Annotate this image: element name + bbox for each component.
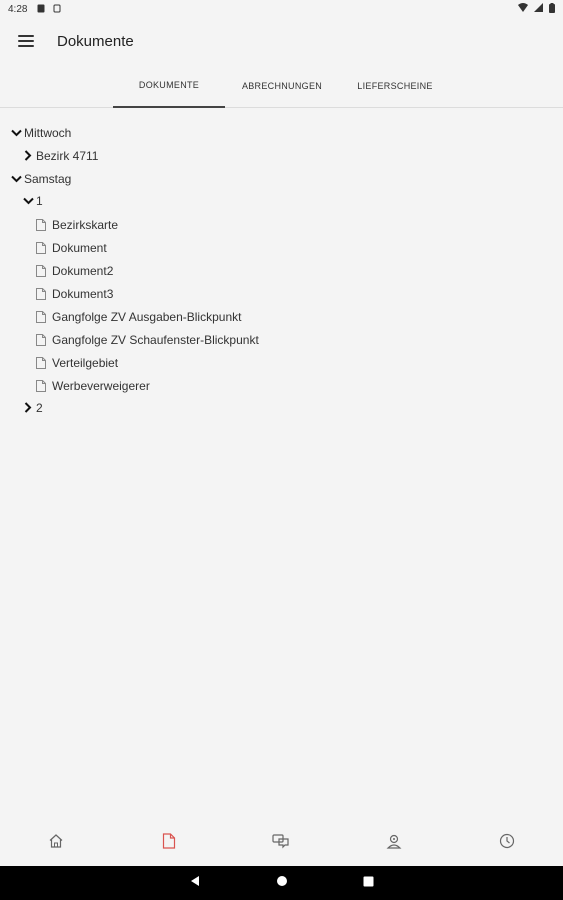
tree-node-mittwoch[interactable]: Mittwoch (10, 121, 71, 144)
tree-leaf-label: Werbeverweigerer (52, 378, 150, 393)
signal-icon (534, 3, 543, 15)
status-time: 4:28 (8, 3, 28, 15)
tree-leaf-document[interactable]: Bezirkskarte (36, 213, 118, 236)
tree-leaf-label: Dokument (52, 240, 107, 255)
tree-node-label: 2 (36, 400, 43, 415)
nav-messages[interactable] (225, 833, 338, 854)
sim-icon (37, 4, 45, 15)
nav-home[interactable] (0, 833, 113, 854)
tree-leaf-label: Bezirkskarte (52, 217, 119, 232)
tree-node-label: 1 (36, 193, 43, 208)
app-bar: Dokumente (0, 18, 563, 64)
file-icon (36, 310, 46, 323)
page-title: Dokumente (57, 32, 134, 50)
notification-icon (53, 4, 61, 15)
tree-leaf-document[interactable]: Gangfolge ZV Ausgaben-Blickpunkt (36, 305, 241, 328)
system-navigation-bar (0, 866, 563, 900)
tree-node-group-1[interactable]: 1 (22, 189, 43, 212)
chevron-down-icon (10, 127, 22, 139)
chat-icon (272, 833, 290, 854)
tab-lieferscheine[interactable]: LIEFERSCHEINE (339, 64, 451, 108)
tree-node-bezirk-4711[interactable]: Bezirk 4711 (22, 144, 98, 167)
file-icon (36, 264, 46, 277)
tree-node-label: Samstag (24, 171, 72, 186)
tree-leaf-document[interactable]: Werbeverweigerer (36, 374, 150, 397)
wifi-icon (518, 3, 528, 15)
chevron-down-icon (22, 195, 34, 207)
tree-leaf-label: Dokument3 (52, 286, 114, 301)
file-icon (36, 356, 46, 369)
chevron-down-icon (10, 173, 22, 185)
chevron-right-icon (22, 402, 34, 414)
tree-node-label: Mittwoch (24, 125, 72, 140)
document-icon (162, 832, 176, 854)
file-icon (36, 218, 46, 231)
file-icon (36, 333, 46, 346)
tree-leaf-document[interactable]: Dokument2 (36, 259, 113, 282)
recents-icon[interactable] (363, 874, 374, 892)
tree-node-samstag[interactable]: Samstag (10, 167, 71, 190)
tree-leaf-label: Verteilgebiet (52, 355, 119, 370)
battery-icon (549, 2, 555, 16)
tree-leaf-document[interactable]: Verteilgebiet (36, 351, 118, 374)
tree-leaf-label: Gangfolge ZV Schaufenster-Blickpunkt (52, 332, 259, 347)
nav-documents[interactable] (113, 832, 226, 854)
back-icon[interactable] (189, 874, 201, 892)
clock-icon (499, 833, 515, 854)
file-icon (36, 287, 46, 300)
tree-node-group-2[interactable]: 2 (22, 396, 43, 419)
status-right (518, 2, 555, 16)
tab-dokumente[interactable]: DOKUMENTE (113, 64, 225, 108)
home-icon (48, 833, 64, 854)
tab-bar: DOKUMENTE ABRECHNUNGEN LIEFERSCHEINE (0, 64, 563, 108)
menu-icon[interactable] (18, 35, 34, 47)
tree-leaf-document[interactable]: Dokument3 (36, 282, 113, 305)
file-icon (36, 241, 46, 254)
nav-profile[interactable] (338, 833, 451, 854)
tab-abrechnungen[interactable]: ABRECHNUNGEN (226, 64, 338, 108)
tree-leaf-document[interactable]: Gangfolge ZV Schaufenster-Blickpunkt (36, 328, 259, 351)
file-icon (36, 379, 46, 392)
tree-node-label: Bezirk 4711 (36, 148, 99, 163)
nav-time[interactable] (450, 833, 563, 854)
home-button-icon[interactable] (276, 874, 288, 892)
status-bar: 4:28 (0, 0, 563, 18)
chevron-right-icon (22, 150, 34, 162)
tree-leaf-label: Gangfolge ZV Ausgaben-Blickpunkt (52, 309, 242, 324)
tree-leaf-label: Dokument2 (52, 263, 114, 278)
tree-leaf-document[interactable]: Dokument (36, 236, 107, 259)
bottom-navigation (0, 820, 563, 866)
person-icon (386, 833, 402, 854)
